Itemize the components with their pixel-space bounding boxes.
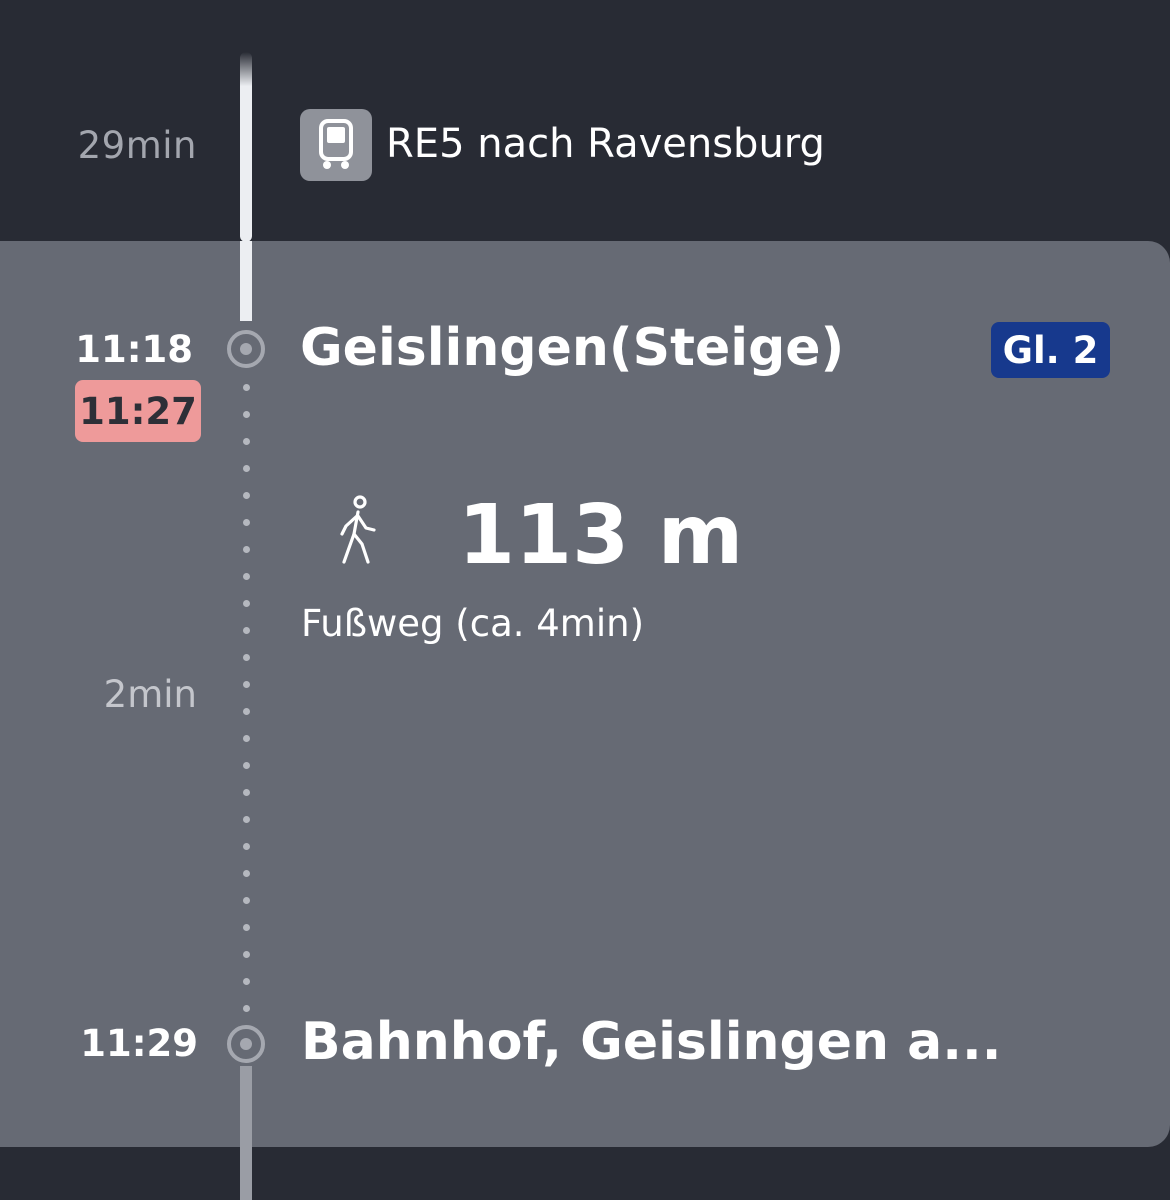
stop-marker-arrival <box>227 1025 265 1063</box>
train-line-label[interactable]: RE5 nach Ravensburg <box>386 121 825 167</box>
route-dot <box>243 762 250 769</box>
arrival-time: 11:29 <box>80 1022 198 1065</box>
train-icon <box>300 109 372 181</box>
route-dot <box>243 924 250 931</box>
train-leg-duration: 29min <box>77 124 197 167</box>
walking-person-icon <box>330 494 386 566</box>
route-dot <box>243 519 250 526</box>
route-line-next <box>240 1066 252 1200</box>
route-dot <box>243 735 250 742</box>
route-dot <box>243 978 250 985</box>
platform-badge: Gl. 2 <box>991 322 1110 378</box>
walking-duration: 2min <box>103 673 197 716</box>
route-dot <box>243 411 250 418</box>
departure-stop-name[interactable]: Geislingen(Steige) <box>300 318 844 378</box>
route-dot <box>243 627 250 634</box>
route-dot <box>243 384 250 391</box>
stop-marker-departure <box>227 330 265 368</box>
route-line-train-end <box>240 241 252 321</box>
route-dot <box>243 789 250 796</box>
route-dot <box>243 870 250 877</box>
route-dot <box>243 1005 250 1012</box>
route-line-train <box>240 52 252 242</box>
route-dot <box>243 951 250 958</box>
route-dot <box>243 654 250 661</box>
route-dot <box>243 573 250 580</box>
arrival-stop-name[interactable]: Bahnhof, Geislingen a... <box>301 1012 1002 1072</box>
route-dot <box>243 465 250 472</box>
route-dot <box>243 438 250 445</box>
walking-route-dots <box>243 384 250 1012</box>
walking-description: Fußweg (ca. 4min) <box>301 602 645 645</box>
route-dot <box>243 816 250 823</box>
route-dot <box>243 681 250 688</box>
route-dot <box>243 843 250 850</box>
delayed-time-badge: 11:27 <box>75 380 201 442</box>
route-dot <box>243 492 250 499</box>
walking-distance: 113 m <box>458 488 744 583</box>
route-dot <box>243 897 250 904</box>
scheduled-time: 11:18 <box>75 328 193 371</box>
route-dot <box>243 546 250 553</box>
route-dot <box>243 708 250 715</box>
route-dot <box>243 600 250 607</box>
